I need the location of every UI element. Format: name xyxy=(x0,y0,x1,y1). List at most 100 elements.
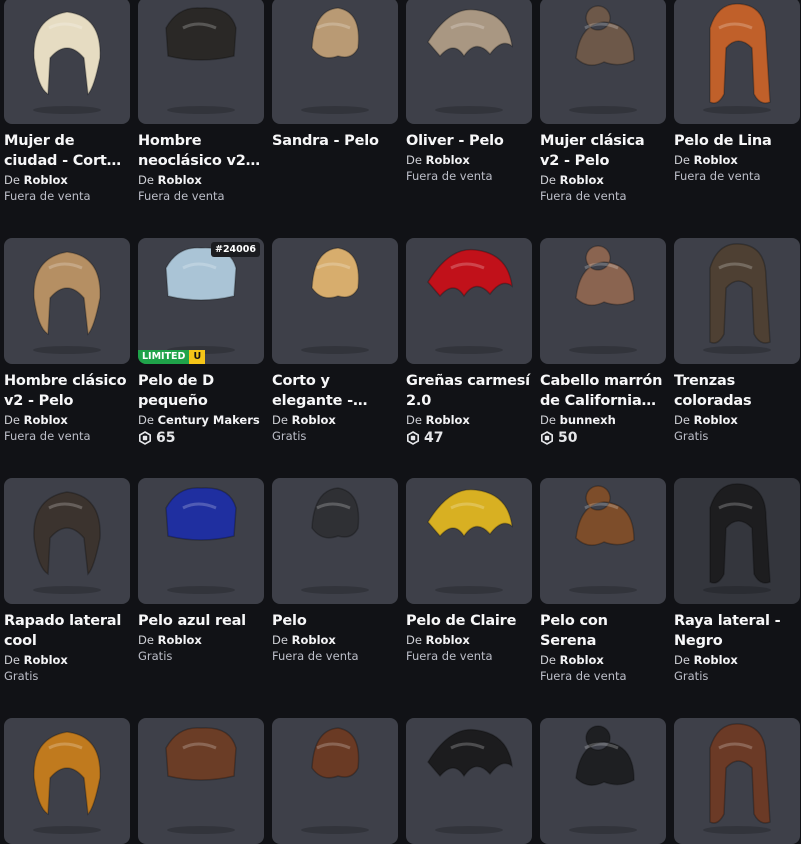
item-thumbnail[interactable] xyxy=(272,0,398,124)
creator-link[interactable]: Roblox xyxy=(292,633,336,647)
creator-link[interactable]: Roblox xyxy=(24,413,68,427)
item-thumbnail[interactable] xyxy=(674,718,800,844)
item-thumbnail[interactable] xyxy=(406,238,532,364)
creator-link[interactable]: Roblox xyxy=(24,173,68,187)
catalog-item-card[interactable]: Sandra - Pelo xyxy=(272,0,398,151)
item-thumbnail[interactable] xyxy=(540,238,666,364)
item-thumbnail[interactable] xyxy=(272,238,398,364)
catalog-item-card[interactable] xyxy=(406,718,532,844)
creator-link[interactable]: bunnexh xyxy=(560,413,616,427)
creator-link[interactable]: Roblox xyxy=(158,173,202,187)
item-name[interactable]: Cabello marrón de California ochentero xyxy=(540,371,666,411)
item-name[interactable]: Raya lateral - Negro xyxy=(674,611,800,651)
item-name[interactable]: Trenzas coloradas xyxy=(674,371,800,411)
catalog-item-card[interactable]: Raya lateral - Negro De Roblox Gratis xyxy=(674,478,800,684)
creator-link[interactable]: Roblox xyxy=(426,153,470,167)
item-thumbnail[interactable] xyxy=(674,478,800,604)
creator-prefix: De xyxy=(138,633,154,647)
item-name[interactable]: Sandra - Pelo xyxy=(272,131,398,151)
catalog-item-card[interactable] xyxy=(138,718,264,844)
item-name[interactable]: Pelo xyxy=(272,611,398,631)
item-status: Fuera de venta xyxy=(138,189,225,203)
creator-prefix: De xyxy=(272,413,288,427)
creator-link[interactable]: Roblox xyxy=(560,173,604,187)
item-thumbnail[interactable] xyxy=(540,0,666,124)
item-name[interactable]: Pelo de Lina xyxy=(674,131,800,151)
item-name[interactable]: Rapado lateral cool xyxy=(4,611,130,651)
catalog-item-card[interactable]: Rapado lateral cool De Roblox Gratis xyxy=(4,478,130,684)
catalog-item-card[interactable]: Hombre clásico v2 - Pelo De Roblox Fuera d… xyxy=(4,238,130,444)
item-thumbnail[interactable] xyxy=(138,0,264,124)
catalog-item-card[interactable] xyxy=(674,718,800,844)
catalog-item-card[interactable]: Oliver - Pelo De Roblox Fuera de venta xyxy=(406,0,532,184)
hair-thumbnail-image xyxy=(301,487,369,594)
item-creator: De Century Makers xyxy=(138,412,264,428)
item-creator: De Roblox xyxy=(406,412,532,428)
catalog-item-card[interactable]: Greñas carmesí 2.0 De Roblox 47 xyxy=(406,238,532,448)
creator-link[interactable]: Century Makers xyxy=(158,413,260,427)
item-creator: De Roblox xyxy=(674,652,800,668)
item-thumbnail[interactable] xyxy=(272,718,398,844)
hair-thumbnail-image xyxy=(427,488,513,594)
creator-link[interactable]: Roblox xyxy=(426,633,470,647)
item-thumbnail[interactable] xyxy=(674,238,800,364)
creator-link[interactable]: Roblox xyxy=(560,653,604,667)
catalog-item-card[interactable]: Mujer clásica v2 - Pelo De Roblox Fuera de… xyxy=(540,0,666,204)
item-thumbnail[interactable] xyxy=(406,718,532,844)
catalog-item-card[interactable]: Pelo de Claire De Roblox Fuera de venta xyxy=(406,478,532,664)
catalog-item-card[interactable]: Trenzas coloradas De Roblox Gratis xyxy=(674,238,800,444)
creator-link[interactable]: Roblox xyxy=(694,653,738,667)
item-thumbnail[interactable] xyxy=(4,238,130,364)
item-name[interactable]: Pelo azul real xyxy=(138,611,264,631)
catalog-item-card[interactable]: Cabello marrón de California ochentero De… xyxy=(540,238,666,448)
catalog-item-card[interactable] xyxy=(272,718,398,844)
item-creator: De Roblox xyxy=(674,412,800,428)
creator-prefix: De xyxy=(540,653,556,667)
catalog-item-card[interactable] xyxy=(540,718,666,844)
item-thumbnail[interactable] xyxy=(406,0,532,124)
item-name[interactable]: Pelo de Claire xyxy=(406,611,532,631)
item-name[interactable]: Hombre neoclásico v2 - Pelo xyxy=(138,131,264,171)
item-thumbnail[interactable] xyxy=(138,478,264,604)
price-value: 50 xyxy=(558,430,578,446)
creator-link[interactable]: Roblox xyxy=(694,413,738,427)
creator-link[interactable]: Roblox xyxy=(426,413,470,427)
hair-thumbnail-image xyxy=(427,248,513,354)
item-name[interactable]: Mujer de ciudad - Corte bob xyxy=(4,131,130,171)
item-creator: De Roblox xyxy=(138,172,264,188)
item-thumbnail[interactable] xyxy=(138,718,264,844)
item-thumbnail[interactable] xyxy=(4,478,130,604)
hair-thumbnail-image xyxy=(703,723,771,834)
item-thumbnail[interactable] xyxy=(540,478,666,604)
catalog-item-card[interactable]: Hombre neoclásico v2 - PeloDe RobloxFuer… xyxy=(138,0,264,204)
item-name[interactable]: Greñas carmesí 2.0 xyxy=(406,371,532,411)
item-thumbnail[interactable] xyxy=(674,0,800,124)
creator-link[interactable]: Roblox xyxy=(158,633,202,647)
item-name[interactable]: Pelo de D pequeño xyxy=(138,371,264,411)
catalog-item-card[interactable]: Pelo De Roblox Fuera de venta xyxy=(272,478,398,664)
item-status: Gratis xyxy=(138,649,173,663)
creator-link[interactable]: Roblox xyxy=(694,153,738,167)
item-creator: De Roblox xyxy=(4,652,130,668)
catalog-item-card[interactable]: Pelo de Lina De Roblox Fuera de venta xyxy=(674,0,800,184)
creator-link[interactable]: Roblox xyxy=(292,413,336,427)
item-thumbnail[interactable]: #24006 LIMITED U xyxy=(138,238,264,364)
catalog-item-card[interactable]: Pelo azul real De Roblox Gratis xyxy=(138,478,264,664)
item-thumbnail[interactable] xyxy=(406,478,532,604)
catalog-item-card[interactable]: #24006 LIMITED U Pelo de D pequeño De Centur… xyxy=(138,238,264,448)
item-name[interactable]: Corto y elegante - Rubio xyxy=(272,371,398,411)
item-thumbnail[interactable] xyxy=(4,718,130,844)
catalog-item-card[interactable]: Pelo con Serena De Roblox Fuera de venta xyxy=(540,478,666,684)
item-name[interactable]: Hombre clásico v2 - Pelo xyxy=(4,371,130,411)
creator-link[interactable]: Roblox xyxy=(24,653,68,667)
item-thumbnail[interactable] xyxy=(540,718,666,844)
catalog-item-card[interactable]: Corto y elegante - RubioDe RobloxGratis xyxy=(272,238,398,444)
item-name[interactable]: Pelo con Serena xyxy=(540,611,666,651)
item-thumbnail[interactable] xyxy=(4,0,130,124)
catalog-item-card[interactable]: Mujer de ciudad - Corte bobDe RobloxFuer… xyxy=(4,0,130,204)
item-name[interactable]: Oliver - Pelo xyxy=(406,131,532,151)
catalog-item-card[interactable] xyxy=(4,718,130,844)
item-thumbnail[interactable] xyxy=(272,478,398,604)
item-name[interactable]: Mujer clásica v2 - Pelo xyxy=(540,131,666,171)
creator-prefix: De xyxy=(540,413,556,427)
